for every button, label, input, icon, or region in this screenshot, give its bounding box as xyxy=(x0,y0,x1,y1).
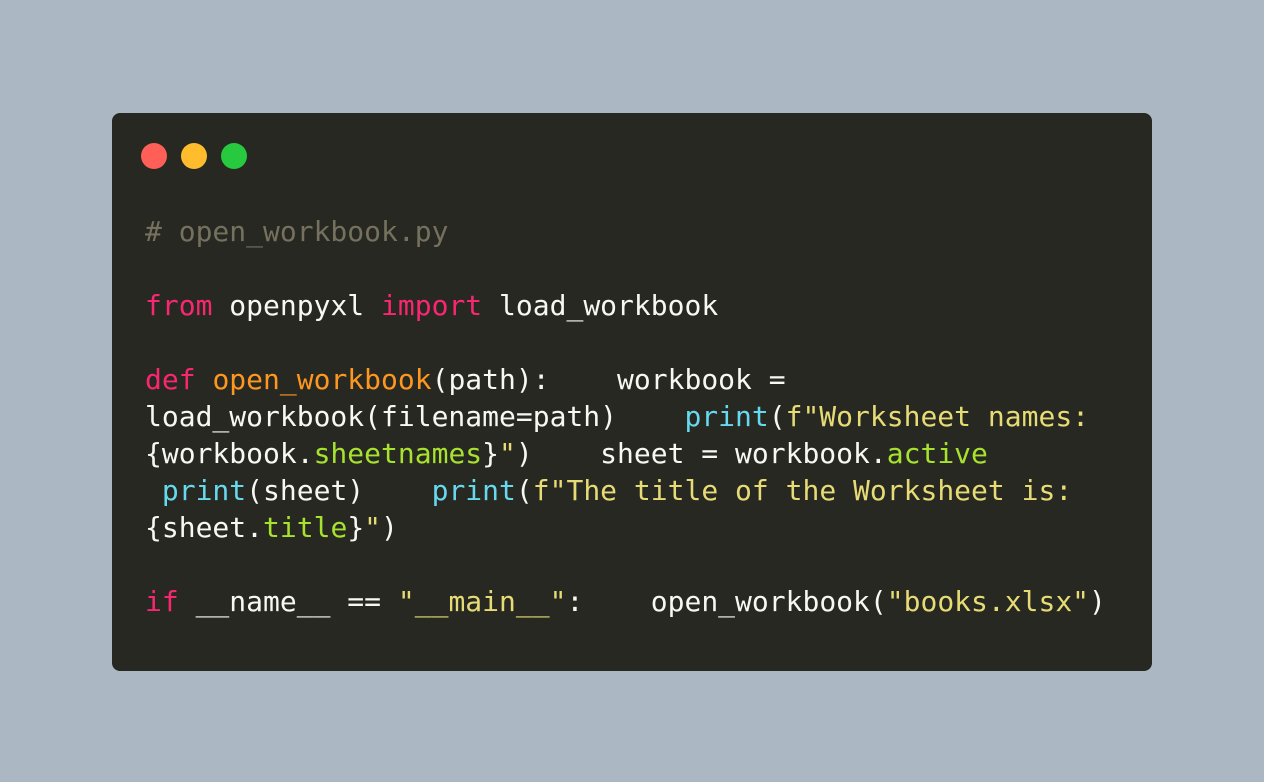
code-token: if xyxy=(145,585,179,618)
code-token: print xyxy=(161,474,247,507)
code-token: " xyxy=(499,437,516,470)
code-token: open_workbook xyxy=(212,363,432,396)
code-block: # open_workbook.pyfrom openpyxl import l… xyxy=(145,213,1135,620)
close-dot[interactable] xyxy=(141,143,167,169)
code-line: load_workbook(filename=path) print(f"Wor… xyxy=(145,398,1135,435)
code-token: sheetnames xyxy=(313,437,483,470)
code-token: } xyxy=(482,437,500,470)
code-token: openpyxl xyxy=(212,289,382,322)
code-token: ) xyxy=(1089,585,1106,618)
code-token: print xyxy=(684,400,769,433)
code-window: # open_workbook.pyfrom openpyxl import l… xyxy=(112,113,1152,671)
code-token: import xyxy=(381,289,483,322)
code-token: {sheet. xyxy=(145,511,264,544)
code-token: # open_workbook.py xyxy=(145,215,449,248)
code-token: title xyxy=(263,511,348,544)
code-token: ( xyxy=(768,400,786,433)
code-token: "books.xlsx" xyxy=(886,585,1090,618)
window-controls xyxy=(141,143,247,169)
minimize-dot[interactable] xyxy=(181,143,207,169)
code-token: def xyxy=(145,363,196,396)
code-token: } xyxy=(347,511,365,544)
code-token: {workbook. xyxy=(145,437,314,470)
code-line: print(sheet) print(f"The title of the Wo… xyxy=(145,472,1135,509)
code-token: (sheet) xyxy=(246,474,432,507)
code-token: : open_workbook( xyxy=(566,585,887,618)
code-token: (path): workbook = xyxy=(431,363,786,396)
code-line: if __name__ == "__main__": open_workbook… xyxy=(145,583,1135,620)
code-token: load_workbook xyxy=(482,289,719,322)
code-token: f"Worksheet names: xyxy=(785,400,1090,433)
code-line: {sheet.title}") xyxy=(145,509,1135,546)
code-token: " xyxy=(364,511,382,544)
code-line: {workbook.sheetnames}") sheet = workbook… xyxy=(145,435,1135,472)
code-token: ) xyxy=(381,511,398,544)
code-token: active xyxy=(886,437,988,470)
code-token: ( xyxy=(515,474,533,507)
code-line: def open_workbook(path): workbook = xyxy=(145,361,1135,398)
code-token: ) sheet = workbook. xyxy=(515,437,887,470)
code-token: print xyxy=(431,474,516,507)
zoom-dot[interactable] xyxy=(221,143,247,169)
code-token: from xyxy=(145,289,213,322)
code-line: from openpyxl import load_workbook xyxy=(145,287,1135,324)
code-token: f"The title of the Worksheet is: xyxy=(532,474,1073,507)
code-line: # open_workbook.py xyxy=(145,213,1135,250)
code-token: load_workbook(filename=path) xyxy=(145,400,685,433)
code-token: "__main__" xyxy=(397,585,567,618)
code-token: __name__ == xyxy=(178,585,398,618)
